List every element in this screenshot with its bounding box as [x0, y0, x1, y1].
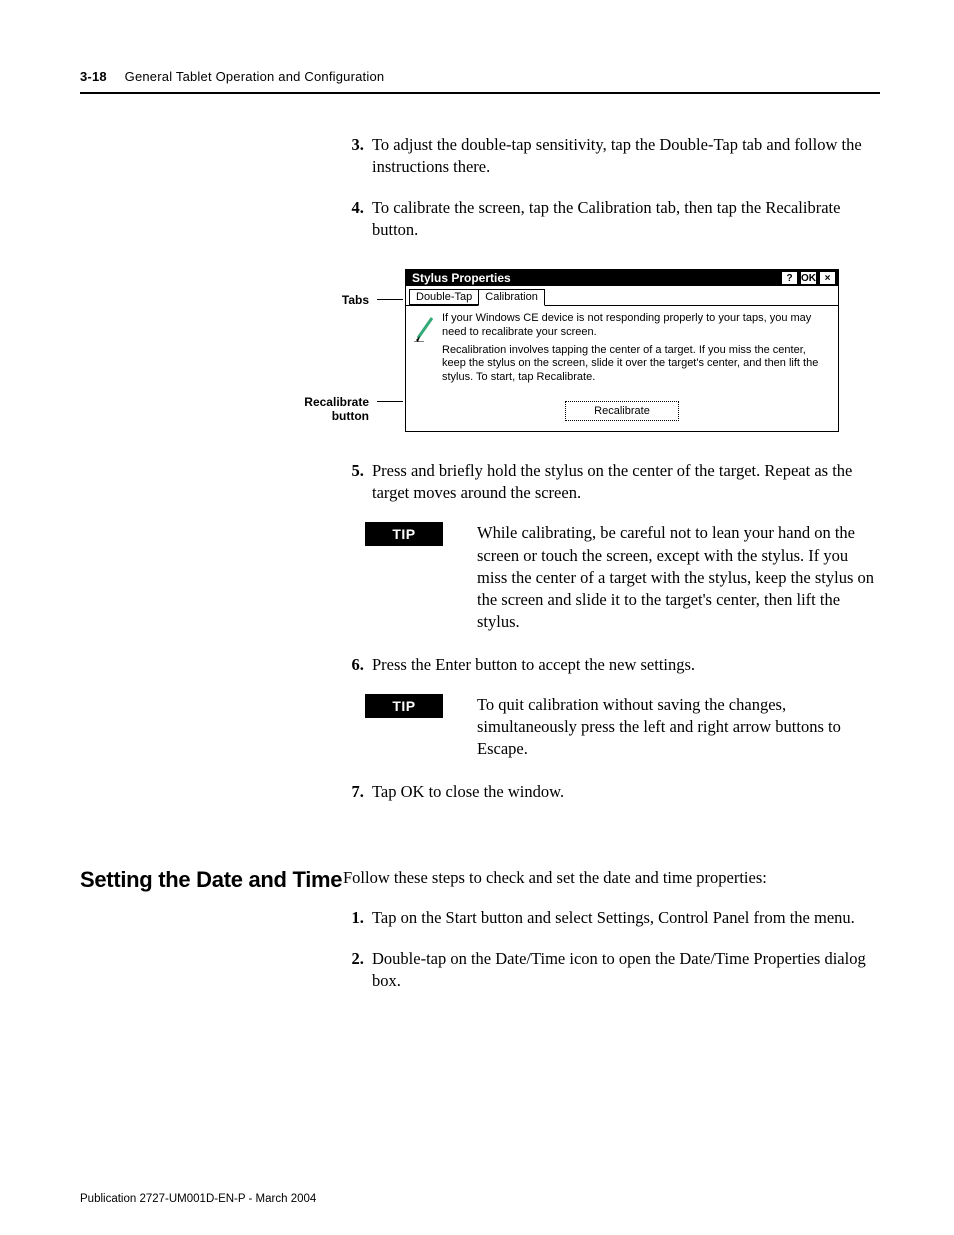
section-heading: Setting the Date and Time [80, 867, 343, 1010]
main-content: To adjust the double-tap sensitivity, ta… [80, 134, 880, 821]
dt-step-1: Tap on the Start button and select Setti… [368, 907, 880, 929]
steps-list-upper: To adjust the double-tap sensitivity, ta… [343, 134, 880, 241]
page: 3-18 General Tablet Operation and Config… [0, 0, 954, 1235]
window-paragraph-2: Recalibration involves tapping the cente… [442, 344, 830, 385]
steps-list-datetime: Tap on the Start button and select Setti… [343, 907, 880, 992]
ok-button[interactable]: OK [800, 271, 817, 285]
tab-double-tap[interactable]: Double-Tap [409, 289, 479, 305]
step-5: Press and briefly hold the stylus on the… [368, 460, 880, 505]
page-number: 3-18 [80, 69, 107, 84]
footer-publication: Publication 2727-UM001D-EN-P - March 200… [80, 1193, 316, 1205]
stylus-properties-figure: Tabs Recalibratebutton Stylus Properties… [279, 269, 880, 432]
step-7: Tap OK to close the window. [368, 781, 880, 803]
steps-list-6: Press the Enter button to accept the new… [343, 654, 880, 676]
window-body-text: If your Windows CE device is not respond… [442, 312, 830, 389]
tip-badge-2: TIP [365, 694, 443, 718]
section-setting-date-time: Setting the Date and Time Follow these s… [80, 867, 880, 1010]
stylus-icon [414, 312, 442, 389]
steps-list-5: Press and briefly hold the stylus on the… [343, 460, 880, 505]
header-text: 3-18 General Tablet Operation and Config… [80, 69, 384, 84]
step-4: To calibrate the screen, tap the Calibra… [368, 197, 880, 242]
tab-calibration[interactable]: Calibration [478, 289, 545, 306]
window-paragraph-1: If your Windows CE device is not respond… [442, 312, 830, 340]
chapter-title: General Tablet Operation and Configurati… [125, 69, 385, 84]
close-button[interactable]: × [819, 271, 836, 285]
dt-step-2: Double-tap on the Date/Time icon to open… [368, 948, 880, 993]
callout-recalibrate: Recalibratebutton [304, 395, 369, 424]
stylus-properties-window: Stylus Properties ? OK × Double-Tap Cali… [405, 269, 839, 432]
window-titlebar: Stylus Properties ? OK × [406, 270, 838, 286]
callout-tabs: Tabs [342, 293, 369, 307]
recalibrate-button[interactable]: Recalibrate [565, 401, 679, 421]
tip-text-2: To quit calibration without saving the c… [477, 694, 880, 761]
step-3: To adjust the double-tap sensitivity, ta… [368, 134, 880, 179]
window-tabs: Double-Tap Calibration [406, 286, 838, 306]
step-6: Press the Enter button to accept the new… [368, 654, 880, 676]
tip-badge-1: TIP [365, 522, 443, 546]
tip-text-1: While calibrating, be careful not to lea… [477, 522, 880, 633]
steps-list-7: Tap OK to close the window. [343, 781, 880, 803]
window-title: Stylus Properties [412, 271, 511, 285]
running-header: 3-18 General Tablet Operation and Config… [80, 68, 880, 94]
section-intro: Follow these steps to check and set the … [343, 867, 880, 889]
tip-1: TIP While calibrating, be careful not to… [365, 522, 880, 633]
tip-2: TIP To quit calibration without saving t… [365, 694, 880, 761]
help-button[interactable]: ? [781, 271, 798, 285]
